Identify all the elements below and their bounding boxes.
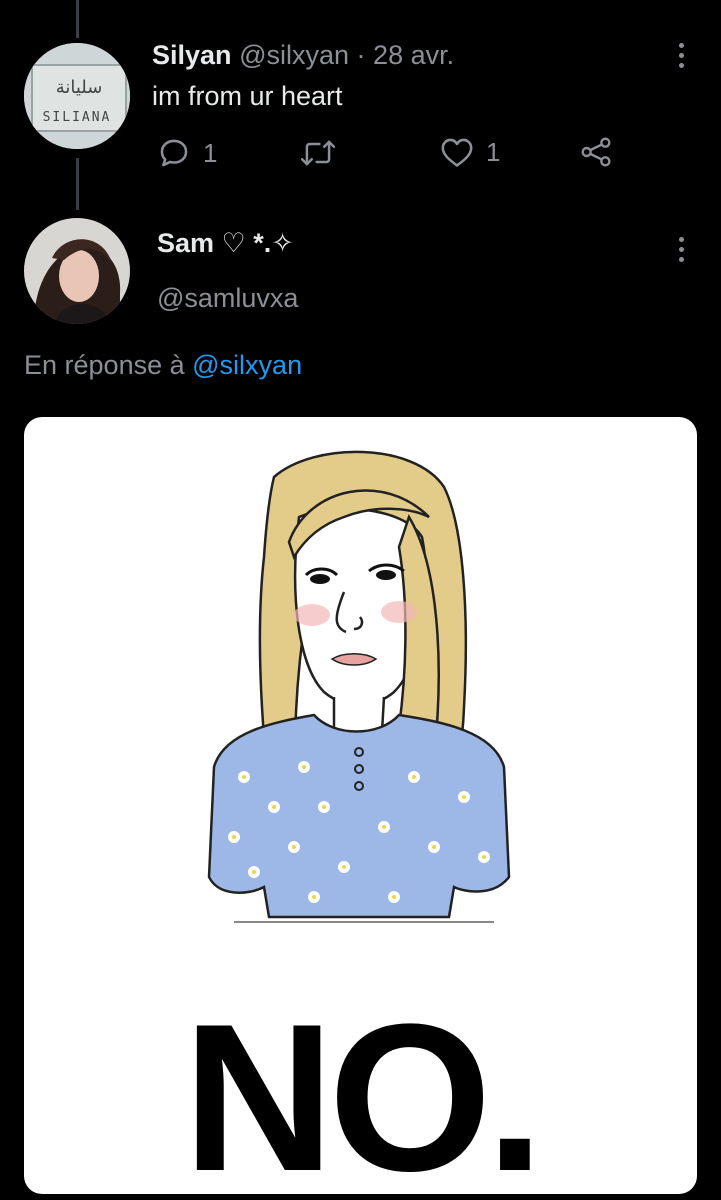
tweet1-handle[interactable]: @silxyan (239, 40, 349, 70)
retweet-button[interactable] (300, 136, 336, 170)
tweet1-date[interactable]: 28 avr. (373, 40, 454, 70)
sam-avatar[interactable] (24, 218, 130, 324)
tweet1-text: im from ur heart (152, 81, 343, 111)
reply-prefix: En réponse à (24, 350, 185, 380)
share-icon (581, 137, 611, 167)
thread-line-top (76, 0, 79, 38)
tweet2-handle[interactable]: @samluvxa (157, 283, 298, 314)
like-button[interactable]: 1 (440, 136, 500, 168)
reply-count: 1 (203, 137, 218, 168)
more-icon[interactable] (676, 43, 686, 68)
thread-line-connector (76, 158, 79, 210)
reply-button[interactable]: 1 (157, 136, 217, 170)
tweet1-separator: · (356, 40, 366, 70)
like-count: 1 (486, 136, 501, 167)
reply-context: En réponse à @silxyan (24, 350, 302, 381)
tweet1-author-name[interactable]: Silyan (152, 40, 232, 70)
tweet1-header: Silyan @silxyan · 28 avr. (152, 40, 454, 71)
avatar-sign-arabic: سليانة (56, 77, 103, 98)
tweet2-author-name[interactable]: Sam ♡ *.✧ (157, 228, 294, 259)
tweet2-media-image[interactable]: NO. (24, 417, 697, 1194)
reply-icon (160, 139, 188, 167)
avatar-sign-latin: SILIANA (43, 110, 112, 125)
silyan-avatar[interactable]: سليانة SILIANA (24, 43, 130, 149)
like-icon (441, 138, 473, 167)
media-caption: NO. (182, 980, 544, 1194)
more-icon[interactable] (676, 237, 686, 262)
share-button[interactable] (580, 136, 612, 168)
retweet-icon (300, 140, 336, 166)
reply-to-link[interactable]: @silxyan (192, 350, 302, 380)
wojak-girl-illustration (207, 450, 511, 923)
